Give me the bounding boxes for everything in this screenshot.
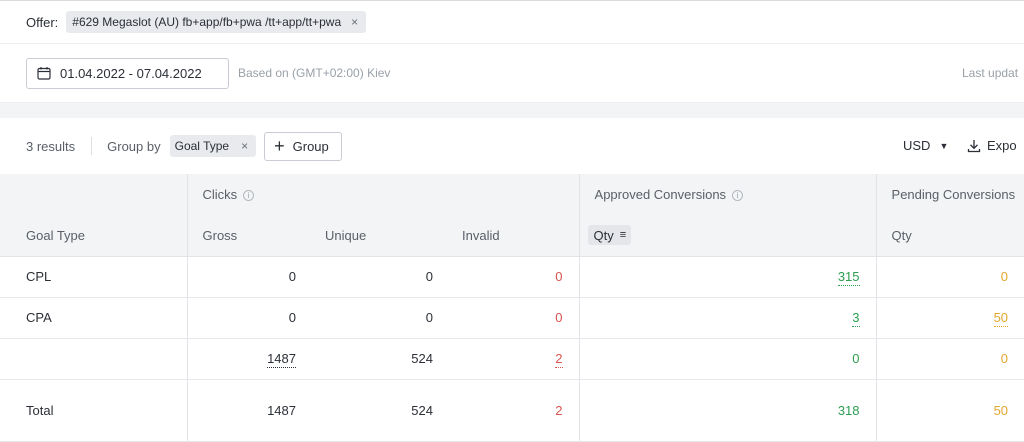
clicks-header-label: Clicks <box>202 187 238 202</box>
offer-filter-bar: Offer: #629 Megaslot (AU) fb+app/fb+pwa … <box>0 0 1024 44</box>
col-pending-qty[interactable]: Qty <box>875 215 1024 257</box>
pending-cell[interactable]: 50 <box>875 297 1024 339</box>
approved-cell: 0 <box>578 338 877 380</box>
calendar-icon <box>37 67 51 80</box>
invalid-value[interactable]: 2 <box>555 351 563 368</box>
chevron-down-icon: ▼ <box>939 140 949 151</box>
gross-cell: 0 <box>186 297 312 339</box>
toolbar-divider <box>91 137 93 155</box>
unique-cell: 524 <box>312 338 449 380</box>
col-unique[interactable]: Unique <box>312 215 449 257</box>
table-row: 1487 524 2 0 0 <box>0 338 1024 380</box>
unique-cell: 0 <box>312 256 449 298</box>
pending-header-label: Pending Conversions <box>891 187 1016 202</box>
total-gross: 1487 <box>186 379 312 442</box>
approved-value[interactable]: 315 <box>837 269 860 286</box>
timezone-note: Based on (GMT+02:00) Kiev <box>238 66 391 80</box>
pending-value[interactable]: 50 <box>993 310 1009 327</box>
table-row: CPL 0 0 0 315 0 <box>0 256 1024 298</box>
approved-cell[interactable]: 315 <box>578 256 877 298</box>
total-invalid: 2 <box>449 379 580 442</box>
total-unique: 524 <box>312 379 449 442</box>
approved-cell[interactable]: 3 <box>578 297 877 339</box>
last-update-text: Last updat <box>962 66 1019 80</box>
approved-qty-sort-pill[interactable]: Qty ≡ <box>587 225 632 246</box>
table-row: CPA 0 0 0 3 50 <box>0 297 1024 339</box>
table-group-header-row: Clicks i Approved Conversions i Pending Co… <box>0 174 1024 215</box>
sort-icon: ≡ <box>619 229 627 242</box>
date-filter-bar: 01.04.2022 - 07.04.2022 Based on (GMT+02… <box>0 44 1024 102</box>
add-group-button[interactable]: + Group <box>264 131 343 161</box>
group-by-label: Group by <box>107 138 161 154</box>
invalid-cell: 0 <box>449 297 580 339</box>
col-invalid[interactable]: Invalid <box>449 215 580 257</box>
currency-value: USD <box>903 138 931 153</box>
col-gross[interactable]: Gross <box>186 215 312 257</box>
group-by-chip[interactable]: Goal Type × <box>169 135 257 157</box>
info-icon[interactable]: i <box>732 190 744 201</box>
report-toolbar: 3 results Group by Goal Type × + Group U… <box>0 118 1024 174</box>
approved-header-label: Approved Conversions <box>594 187 727 202</box>
approved-group-header: Approved Conversions i <box>578 174 877 215</box>
col-goal-type[interactable]: Goal Type <box>0 215 187 257</box>
table-column-header-row: Goal Type Gross Unique Invalid Qty ≡ Qty <box>0 215 1024 257</box>
offer-chip-close-icon[interactable]: × <box>351 15 358 29</box>
pending-cell: 0 <box>875 256 1024 298</box>
offer-label: Offer: <box>26 14 59 30</box>
results-count: 3 results <box>26 138 76 154</box>
export-button[interactable]: Expo <box>967 138 1017 153</box>
total-pending: 50 <box>875 379 1024 442</box>
currency-select[interactable]: USD ▼ <box>903 138 948 153</box>
pending-group-header: Pending Conversions <box>875 174 1024 215</box>
section-divider <box>0 102 1024 118</box>
goal-cell: CPL <box>0 256 187 298</box>
invalid-cell[interactable]: 2 <box>449 338 580 380</box>
gross-cell: 0 <box>186 256 312 298</box>
offer-chip[interactable]: #629 Megaslot (AU) fb+app/fb+pwa /tt+app… <box>66 11 367 33</box>
total-approved: 318 <box>578 379 877 442</box>
gross-cell[interactable]: 1487 <box>186 338 312 380</box>
unique-cell: 0 <box>312 297 449 339</box>
offer-chip-text: #629 Megaslot (AU) fb+app/fb+pwa /tt+app… <box>72 15 342 29</box>
approved-qty-label: Qty <box>593 227 614 243</box>
download-icon <box>967 139 981 152</box>
clicks-group-header: Clicks i <box>186 174 580 215</box>
group-by-chip-text: Goal Type <box>174 139 230 153</box>
info-icon[interactable]: i <box>243 190 255 201</box>
table-total-row: Total 1487 524 2 318 50 <box>0 379 1024 442</box>
export-label: Expo <box>987 138 1017 153</box>
goal-cell: CPA <box>0 297 187 339</box>
total-label: Total <box>0 379 187 442</box>
approved-value[interactable]: 3 <box>852 310 860 327</box>
gross-value[interactable]: 1487 <box>267 351 296 368</box>
col-approved-qty[interactable]: Qty ≡ <box>578 215 877 257</box>
conversions-table: Clicks i Approved Conversions i Pending Co… <box>0 174 1024 442</box>
add-group-label: Group <box>292 138 329 154</box>
group-chip-close-icon[interactable]: × <box>241 139 248 153</box>
plus-icon: + <box>274 136 285 156</box>
goal-type-group-header <box>0 174 187 215</box>
goal-cell <box>0 338 187 380</box>
invalid-cell: 0 <box>449 256 580 298</box>
date-range-value: 01.04.2022 - 07.04.2022 <box>60 65 202 81</box>
date-range-picker[interactable]: 01.04.2022 - 07.04.2022 <box>26 57 229 89</box>
pending-cell: 0 <box>875 338 1024 380</box>
